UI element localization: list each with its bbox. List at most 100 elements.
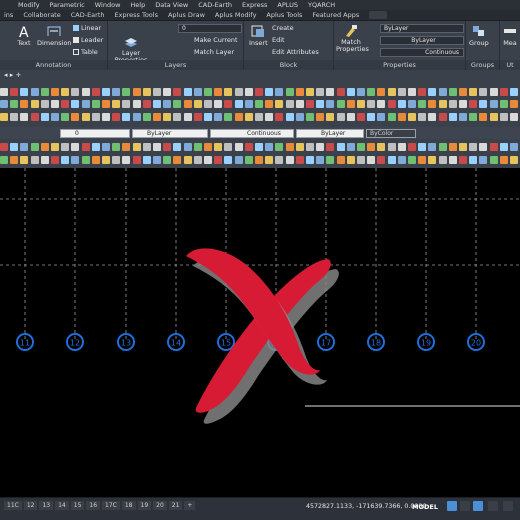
toolbar-button-icon[interactable] [122, 113, 131, 121]
toolbar-button-icon[interactable] [510, 100, 518, 108]
toolbar-button-icon[interactable] [479, 113, 488, 121]
polar-tracking-icon[interactable] [488, 501, 498, 511]
toolbar-button-icon[interactable] [183, 143, 192, 151]
toolbar-button-icon[interactable] [469, 88, 478, 96]
toolbar-button-icon[interactable] [448, 143, 457, 151]
toolbar-button-icon[interactable] [275, 100, 284, 108]
toolbar-button-icon[interactable] [51, 143, 59, 151]
layout-tab[interactable]: 20 [153, 501, 167, 510]
add-layout-button[interactable]: + [184, 501, 196, 510]
toolbar-button-icon[interactable] [428, 88, 437, 96]
toolbar-button-icon[interactable] [183, 100, 192, 108]
toolbar-button-icon[interactable] [20, 113, 29, 121]
toolbar-button-icon[interactable] [71, 88, 80, 96]
toolbar-button-icon[interactable] [408, 113, 416, 121]
toolbar-button-icon[interactable] [489, 143, 498, 151]
toolbar-button-icon[interactable] [295, 143, 304, 151]
toolbar-button-icon[interactable] [408, 156, 416, 164]
utilities-panel-title[interactable]: Ut [500, 60, 520, 70]
dimension-button[interactable]: Dimension [37, 24, 72, 47]
toolbar-button-icon[interactable] [163, 113, 172, 121]
toolbar-button-icon[interactable] [244, 100, 253, 108]
toolbar-button-icon[interactable] [377, 88, 386, 96]
toolbar-button-icon[interactable] [122, 156, 131, 164]
toolbar-button-icon[interactable] [469, 156, 478, 164]
toolbar-button-icon[interactable] [326, 143, 335, 151]
linear-dropdown[interactable]: Linear [73, 24, 101, 32]
toolbar-button-icon[interactable] [275, 113, 284, 121]
toolbar-button-icon[interactable] [357, 143, 365, 151]
toolbar-button-icon[interactable] [244, 88, 253, 96]
toolbar-button-icon[interactable] [204, 143, 212, 151]
toolbar-button-icon[interactable] [418, 100, 427, 108]
toolbar-button-icon[interactable] [418, 143, 427, 151]
toolbar-button-icon[interactable] [489, 100, 498, 108]
toolbar-button-icon[interactable] [20, 156, 29, 164]
toolbar-button-icon[interactable] [275, 88, 284, 96]
toolbar-button-icon[interactable] [408, 100, 416, 108]
toolbar-button-icon[interactable] [173, 100, 182, 108]
toolbar-button-icon[interactable] [326, 113, 335, 121]
toolbar-button-icon[interactable] [316, 88, 325, 96]
toolbar-button-icon[interactable] [510, 113, 518, 121]
toolbar-button-icon[interactable] [153, 156, 161, 164]
color-dropdown[interactable]: ByLayer [380, 24, 464, 33]
menu-window[interactable]: Window [95, 1, 121, 9]
toolbar-button-icon[interactable] [193, 113, 202, 121]
toolbar-button-icon[interactable] [51, 100, 59, 108]
toolbar-button-icon[interactable] [336, 156, 345, 164]
toolbar-button-icon[interactable] [438, 113, 447, 121]
toolbar-button-icon[interactable] [367, 88, 376, 96]
toolbar-button-icon[interactable] [397, 156, 406, 164]
layout-tab[interactable]: 19 [137, 501, 152, 510]
menu-aplus[interactable]: APLUS [277, 1, 298, 9]
toolbar-button-icon[interactable] [448, 100, 457, 108]
toolbar-button-icon[interactable] [10, 88, 19, 96]
groups-panel-title[interactable]: Groups [466, 60, 499, 70]
toolbar-button-icon[interactable] [91, 113, 100, 121]
color-combo[interactable]: ByLayer [132, 129, 208, 138]
toolbar-button-icon[interactable] [173, 156, 182, 164]
toolbar-button-icon[interactable] [346, 156, 355, 164]
toolbar-button-icon[interactable] [510, 143, 518, 151]
coordinates-readout[interactable]: 4572827.1133, -171639.7366, 0.0000 [306, 503, 426, 510]
toolbar-button-icon[interactable] [122, 100, 131, 108]
toolbar-button-icon[interactable] [377, 143, 386, 151]
toolbar-button-icon[interactable] [469, 100, 478, 108]
plotstyle-combo[interactable]: ByColor [366, 129, 416, 138]
layer-combo[interactable]: 0 [60, 129, 130, 138]
toolbar-button-icon[interactable] [193, 88, 202, 96]
measure-button[interactable]: Mea [502, 24, 518, 47]
table-button[interactable]: Table [73, 48, 98, 56]
toolbar-button-icon[interactable] [10, 100, 19, 108]
toolbar-button-icon[interactable] [428, 100, 437, 108]
toolbar-button-icon[interactable] [20, 100, 29, 108]
toolbar-button-icon[interactable] [61, 156, 70, 164]
toolbar-button-icon[interactable] [51, 113, 59, 121]
toolbar-button-icon[interactable] [61, 88, 70, 96]
toolbar-button-icon[interactable] [397, 143, 406, 151]
toolbar-button-icon[interactable] [163, 88, 172, 96]
toolbar-button-icon[interactable] [0, 156, 8, 164]
menu-cad-earth[interactable]: CAD-Earth [198, 1, 232, 9]
toolbar-button-icon[interactable] [377, 156, 386, 164]
toolbar-button-icon[interactable] [346, 88, 355, 96]
toolbar-button-icon[interactable] [499, 143, 508, 151]
text-button[interactable]: A Text [16, 24, 32, 47]
make-current-button[interactable]: Make Current [194, 36, 238, 44]
toolbar-button-icon[interactable] [30, 113, 39, 121]
toolbar-button-icon[interactable] [20, 88, 29, 96]
object-snap-icon[interactable] [503, 501, 513, 511]
menu-help[interactable]: Help [130, 1, 145, 9]
tab-featured-apps[interactable]: Featured Apps [312, 11, 359, 19]
layout-tab[interactable]: 14 [55, 501, 69, 510]
toolbar-button-icon[interactable] [306, 100, 314, 108]
menu-express[interactable]: Express [242, 1, 267, 9]
match-layer-button[interactable]: Match Layer [194, 48, 234, 56]
toolbar-button-icon[interactable] [193, 143, 202, 151]
tab-express-tools[interactable]: Express Tools [115, 11, 158, 19]
toolbar-button-icon[interactable] [459, 100, 467, 108]
toolbar-button-icon[interactable] [499, 113, 508, 121]
toolbar-button-icon[interactable] [51, 156, 59, 164]
toolbar-button-icon[interactable] [71, 156, 80, 164]
